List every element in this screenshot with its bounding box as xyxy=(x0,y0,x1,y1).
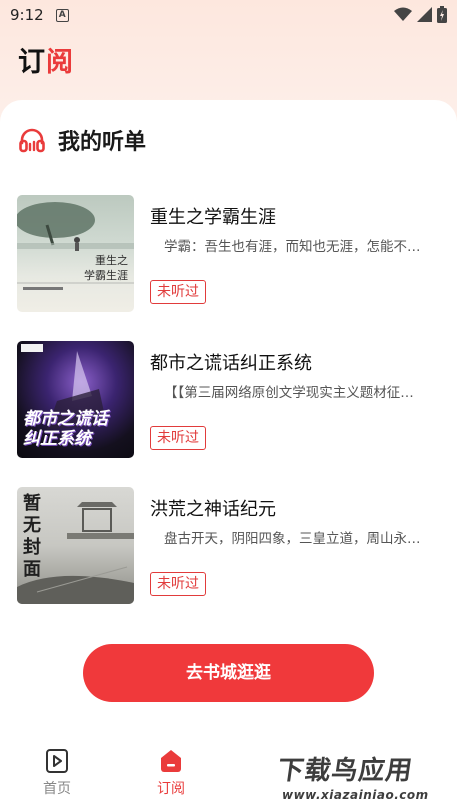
page-title-part1: 订 xyxy=(18,47,46,78)
book-status-tag: 未听过 xyxy=(150,572,206,596)
cover-title: 都市之谎话 纠正系统 xyxy=(23,409,108,449)
watermark-url: www.xiazainiao.com xyxy=(282,788,429,802)
signal-icon xyxy=(417,7,432,22)
book-item[interactable]: 暂无封面 洪荒之神话纪元 盘古开天，阴阳四象，三皇立道，周山永… 未听过 xyxy=(17,487,447,605)
book-status-tag: 未听过 xyxy=(150,280,206,304)
watermark-text: 下载鸟应用 xyxy=(275,756,415,786)
book-title: 重生之学霸生涯 xyxy=(150,207,276,228)
nav-home[interactable]: 首页 xyxy=(27,748,87,798)
subscription-card: 我的听单 重生之 学霸生涯 重生之学霸生涯 学霸：吾生也有涯，而知也无涯，怎能不…… xyxy=(0,100,457,740)
wifi-icon xyxy=(394,7,412,21)
book-item[interactable]: 重生之 学霸生涯 重生之学霸生涯 学霸：吾生也有涯，而知也无涯，怎能不… 未听过 xyxy=(17,195,447,313)
status-bar: 9:12 A xyxy=(0,0,457,30)
book-cover: 暂无封面 xyxy=(17,487,134,604)
book-description: 【【第三届网络原创文学现实主义题材征… xyxy=(164,385,414,401)
cover-title: 暂无封面 xyxy=(23,493,41,580)
battery-icon xyxy=(437,6,447,23)
go-bookstore-button[interactable]: 去书城逛逛 xyxy=(83,644,374,702)
subscribe-icon xyxy=(161,750,181,772)
book-title: 洪荒之神话纪元 xyxy=(150,499,276,520)
book-cover: 重生之 学霸生涯 xyxy=(17,195,134,312)
book-item[interactable]: 都市之谎话 纠正系统 都市之谎话纠正系统 【【第三届网络原创文学现实主义题材征… … xyxy=(17,341,447,459)
section-header: 我的听单 xyxy=(18,124,146,156)
watermark: 下载鸟应用 www.xiazainiao.com xyxy=(270,744,457,812)
status-icons xyxy=(394,6,447,23)
book-title: 都市之谎话纠正系统 xyxy=(150,353,312,374)
page-title-part2: 阅 xyxy=(46,47,74,78)
play-book-icon xyxy=(46,749,68,773)
nav-subscribe-label: 订阅 xyxy=(157,781,185,797)
status-time: 9:12 xyxy=(10,6,44,24)
nav-home-label: 首页 xyxy=(43,781,71,797)
book-status-tag: 未听过 xyxy=(150,426,206,450)
page-title: 订阅 xyxy=(18,40,74,79)
book-description: 盘古开天，阴阳四象，三皇立道，周山永… xyxy=(164,531,421,547)
book-description: 学霸：吾生也有涯，而知也无涯，怎能不… xyxy=(164,239,421,255)
nav-subscribe[interactable]: 订阅 xyxy=(141,748,201,798)
headphones-icon xyxy=(19,128,45,153)
section-title: 我的听单 xyxy=(58,130,147,155)
book-cover: 都市之谎话 纠正系统 xyxy=(17,341,134,458)
notification-icon: A xyxy=(55,8,69,22)
cover-title: 重生之 学霸生涯 xyxy=(84,254,128,282)
